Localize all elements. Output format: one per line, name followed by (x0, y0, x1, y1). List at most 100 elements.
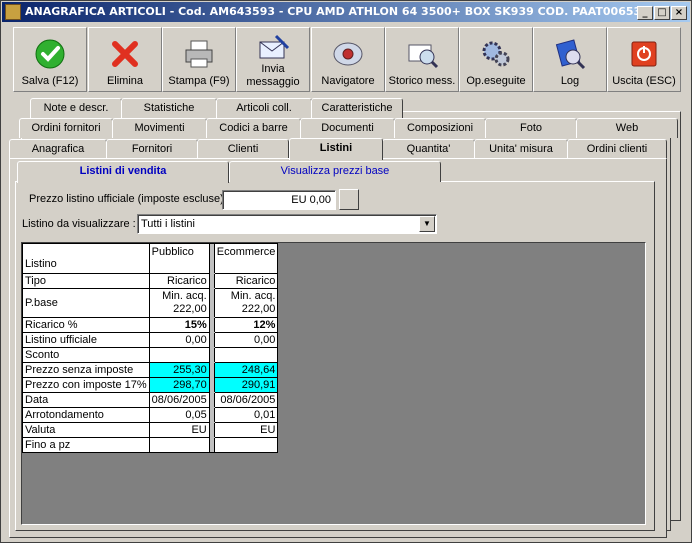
cell-ecommerce-sconto[interactable] (213, 347, 279, 363)
cell-ecommerce-ricarico[interactable]: 12% (213, 317, 279, 333)
maximize-button[interactable]: □ (654, 6, 670, 20)
minimize-button[interactable]: _ (637, 6, 653, 20)
cell-pubblico-tipo[interactable]: Ricarico (148, 273, 210, 289)
send-message-icon (259, 34, 290, 59)
print-button[interactable]: Stampa (F9) (162, 27, 236, 92)
prezzo-listino-edit-button[interactable] (339, 189, 359, 210)
cell-pubblico-listino-ufficiale[interactable]: 0,00 (148, 332, 210, 348)
table-row: Arrotondamento 0,05 0,01 (22, 407, 279, 423)
send-message-label: Invia messaggio (237, 63, 309, 89)
send-message-button[interactable]: Invia messaggio (236, 27, 310, 92)
delete-x-icon (112, 41, 138, 67)
cell-pubblico-prezzo-senza-imposte[interactable]: 255,30 (148, 362, 210, 378)
table-row: Listino ufficiale 0,00 0,00 (22, 332, 279, 348)
table-row: Valuta EU EU (22, 422, 279, 438)
tab-statistiche[interactable]: Statistiche (121, 98, 217, 118)
cell-ecommerce-pbase[interactable]: Min. acq. 222,00 (213, 288, 279, 318)
operations-icon (482, 41, 510, 67)
subtab-visualizza-prezzi-base[interactable]: Visualizza prezzi base (229, 161, 441, 182)
row-label-data: Data (22, 392, 150, 408)
tab-anagrafica[interactable]: Anagrafica (9, 139, 107, 159)
tab-codici-a-barre[interactable]: Codici a barre (206, 118, 301, 138)
listino-visualizzare-label: Listino da visualizzare : (22, 218, 136, 230)
tab-ordini-clienti[interactable]: Ordini clienti (567, 139, 667, 159)
listino-select[interactable]: Tutti i listini ▼ (137, 214, 437, 234)
close-button[interactable]: × (671, 6, 687, 20)
row-label-valuta: Valuta (22, 422, 150, 438)
tab-movimenti[interactable]: Movimenti (112, 118, 207, 138)
table-row: Prezzo con imposte 17% 298,70 290,91 (22, 377, 279, 393)
row-label-prezzo-con-imposte: Prezzo con imposte 17% (22, 377, 150, 393)
navigator-icon (333, 42, 363, 66)
cell-pubblico-prezzo-con-imposte[interactable]: 298,70 (148, 377, 210, 393)
row-label-pbase: P.base (22, 288, 150, 318)
grid-header-listino: Listino (22, 243, 150, 274)
operations-button[interactable]: Op.eseguite (459, 27, 533, 92)
cell-ecommerce-arrotondamento[interactable]: 0,01 (213, 407, 279, 423)
message-history-button[interactable]: Storico mess. (385, 27, 459, 92)
send-message-label-line1: Invia (261, 63, 285, 75)
tab-note-descr[interactable]: Note e descr. (30, 98, 122, 118)
title-bar: ANAGRAFICA ARTICOLI - Cod. AM643593 - CP… (2, 2, 690, 22)
cell-ecommerce-tipo[interactable]: Ricarico (213, 273, 279, 289)
tab-unita-misura[interactable]: Unita' misura (474, 139, 568, 159)
log-button[interactable]: Log (533, 27, 607, 92)
navigator-label: Navigatore (321, 75, 375, 87)
cell-ecommerce-valuta[interactable]: EU (213, 422, 279, 438)
tab-documenti[interactable]: Documenti (300, 118, 395, 138)
cell-pubblico-pbase[interactable]: Min. acq. 222,00 (148, 288, 210, 318)
cell-pubblico-data[interactable]: 08/06/2005 (148, 392, 210, 408)
cell-ecommerce-prezzo-con-imposte[interactable]: 290,91 (213, 377, 279, 393)
table-row: Prezzo senza imposte 255,30 248,64 (22, 362, 279, 378)
delete-button[interactable]: Elimina (88, 27, 162, 92)
tab-caratteristiche[interactable]: Caratteristiche (311, 98, 403, 118)
prezzo-listino-label: Prezzo listino ufficiale (imposte esclus… (29, 193, 230, 205)
cell-ecommerce-data[interactable]: 08/06/2005 (213, 392, 279, 408)
cell-ecommerce-fino-a-pz[interactable] (213, 437, 279, 453)
send-message-label-line2: messaggio (246, 76, 300, 88)
cell-pubblico-valuta[interactable]: EU (148, 422, 210, 438)
tab-ordini-fornitori[interactable]: Ordini fornitori (19, 118, 113, 138)
tab-clienti[interactable]: Clienti (197, 139, 289, 159)
pubblico-pbase-line2: 222,00 (173, 303, 207, 315)
cell-ecommerce-listino-ufficiale[interactable]: 0,00 (213, 332, 279, 348)
cell-ecommerce-prezzo-senza-imposte[interactable]: 248,64 (213, 362, 279, 378)
main-window: ANAGRAFICA ARTICOLI - Cod. AM643593 - CP… (0, 0, 692, 543)
cell-pubblico-arrotondamento[interactable]: 0,05 (148, 407, 210, 423)
row-label-prezzo-senza-imposte: Prezzo senza imposte (22, 362, 150, 378)
tab-composizioni[interactable]: Composizioni (394, 118, 486, 138)
cell-pubblico-fino-a-pz[interactable] (148, 437, 210, 453)
tab-quantita[interactable]: Quantita' (382, 139, 475, 159)
ecommerce-pbase-line1: Min. acq. (230, 290, 276, 302)
subtab-listini-vendita[interactable]: Listini di vendita (17, 161, 229, 183)
print-label: Stampa (F9) (168, 75, 230, 87)
table-row: P.base Min. acq. 222,00 Min. acq. 222,00 (22, 288, 279, 318)
tab-articoli-coll[interactable]: Articoli coll. (216, 98, 312, 118)
row-label-fino-a-pz: Fino a pz (22, 437, 150, 453)
cell-pubblico-ricarico[interactable]: 15% (148, 317, 210, 333)
row-label-ricarico: Ricarico % (22, 317, 150, 333)
save-label: Salva (F12) (21, 75, 79, 87)
tab-listini[interactable]: Listini (289, 138, 383, 160)
table-row: Fino a pz (22, 437, 279, 453)
grid-header-pubblico[interactable]: Pubblico (148, 243, 210, 274)
row-label-arrotondamento: Arrotondamento (22, 407, 150, 423)
cell-pubblico-sconto[interactable] (148, 347, 210, 363)
printer-icon (185, 40, 213, 68)
tab-fornitori[interactable]: Fornitori (106, 139, 198, 159)
listini-grid: Listino Pubblico Ecommerce Tipo Ricarico… (22, 243, 279, 453)
tab-foto[interactable]: Foto (485, 118, 577, 138)
exit-button[interactable]: Uscita (ESC) (607, 27, 681, 92)
delete-label: Elimina (106, 75, 144, 87)
save-button[interactable]: Salva (F12) (13, 27, 87, 92)
message-history-label: Storico mess. (388, 75, 456, 87)
chevron-down-icon[interactable]: ▼ (419, 216, 435, 232)
message-history-icon (408, 44, 439, 69)
pubblico-pbase-line1: Min. acq. (162, 290, 207, 302)
table-row: Ricarico % 15% 12% (22, 317, 279, 333)
window-title: ANAGRAFICA ARTICOLI - Cod. AM643593 - CP… (25, 5, 642, 18)
tab-web[interactable]: Web (576, 118, 678, 138)
prezzo-listino-field[interactable]: EU 0,00 (222, 190, 336, 210)
grid-header-ecommerce[interactable]: Ecommerce (213, 243, 279, 274)
navigator-button[interactable]: Navigatore (311, 27, 385, 92)
